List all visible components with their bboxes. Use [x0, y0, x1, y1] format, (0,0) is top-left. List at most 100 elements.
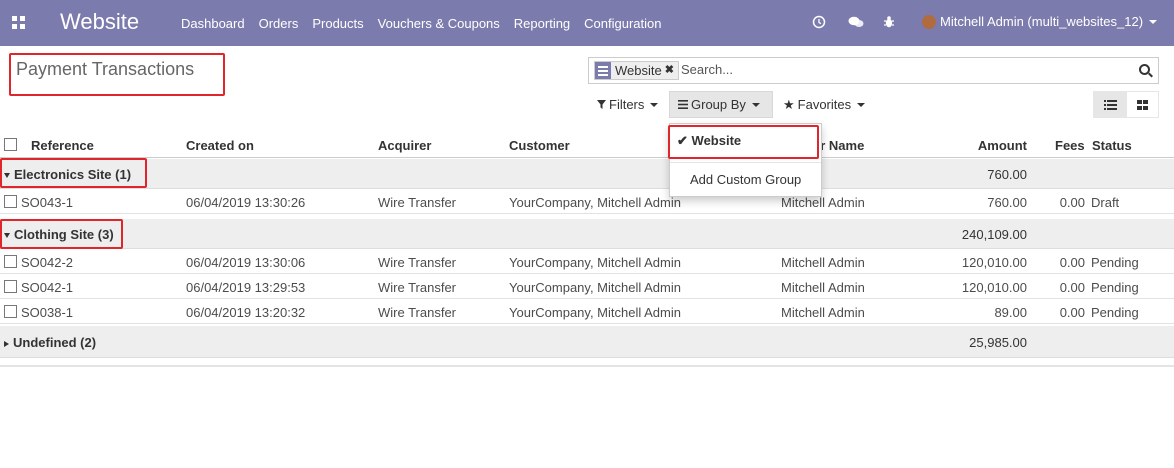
cell-reference: SO043-1: [21, 195, 74, 210]
caret-down-icon: [4, 173, 10, 179]
table-row[interactable]: SO043-1 06/04/2019 13:30:26 Wire Transfe…: [0, 190, 1174, 214]
menu-item-dashboard[interactable]: Dashboard: [181, 16, 245, 31]
column-header-status[interactable]: Status: [1092, 138, 1132, 153]
column-header-created-on[interactable]: Created on: [186, 138, 254, 153]
cell-partner: Mitchell Admin: [781, 195, 865, 210]
search-bar[interactable]: Website ✖: [588, 57, 1159, 84]
search-icon[interactable]: [1139, 64, 1150, 75]
chat-icon[interactable]: [848, 15, 864, 29]
search-input[interactable]: [681, 62, 1121, 77]
cell-status: Pending: [1091, 305, 1139, 320]
group-row-clothing[interactable]: Clothing Site (3) 240,109.00: [0, 219, 1174, 249]
row-checkbox[interactable]: [4, 280, 17, 293]
cell-reference: SO042-1: [21, 280, 74, 295]
cell-partner: Mitchell Admin: [781, 305, 865, 320]
bug-icon[interactable]: [882, 15, 896, 29]
option-label: Website: [691, 133, 742, 148]
column-header-acquirer[interactable]: Acquirer: [378, 138, 431, 153]
group-total: 240,109.00: [961, 227, 1027, 242]
group-name: Clothing Site (3): [14, 227, 114, 242]
chevron-down-icon: [1149, 19, 1158, 24]
cell-customer: YourCompany, Mitchell Admin: [509, 255, 681, 270]
kanban-view-button[interactable]: [1126, 91, 1159, 118]
cell-partner: Mitchell Admin: [781, 280, 865, 295]
filters-label: Filters: [609, 97, 645, 112]
favorites-button[interactable]: ★ Favorites: [775, 91, 875, 118]
column-header-reference[interactable]: Reference: [31, 138, 94, 153]
list-view-button[interactable]: [1093, 91, 1126, 118]
table-row[interactable]: SO038-1 06/04/2019 13:20:32 Wire Transfe…: [0, 300, 1174, 324]
cell-fees: 0.00: [1059, 195, 1085, 210]
cell-created-on: 06/04/2019 13:30:26: [186, 195, 306, 210]
dropdown-divider: [670, 162, 821, 163]
top-navbar: Website Dashboard Orders Products Vouche…: [0, 0, 1174, 46]
close-icon[interactable]: ✖: [665, 62, 678, 79]
cell-created-on: 06/04/2019 13:30:06: [186, 255, 306, 270]
group-by-dropdown: ✔ Website Add Custom Group: [669, 123, 822, 197]
row-checkbox[interactable]: [4, 195, 17, 208]
apps-icon[interactable]: [12, 16, 26, 30]
filter-icon: [597, 97, 606, 112]
menu-item-configuration[interactable]: Configuration: [584, 16, 661, 31]
group-label: Undefined (2): [4, 335, 96, 350]
cell-amount: 120,010.00: [961, 280, 1027, 295]
filters-button[interactable]: Filters: [590, 91, 666, 118]
add-custom-group-option[interactable]: Add Custom Group: [670, 172, 821, 196]
user-name: Mitchell Admin (multi_websites_12): [940, 14, 1144, 29]
cell-status: Pending: [1091, 280, 1139, 295]
menu-item-reporting[interactable]: Reporting: [514, 16, 570, 31]
group-by-option-website[interactable]: ✔ Website: [670, 133, 821, 157]
column-header-fees[interactable]: Fees: [1055, 138, 1085, 153]
clock-icon[interactable]: [812, 15, 826, 29]
app-brand[interactable]: Website: [60, 9, 139, 35]
cell-fees: 0.00: [1059, 280, 1085, 295]
group-row-undefined[interactable]: Undefined (2) 25,985.00: [0, 326, 1174, 358]
cell-reference: SO038-1: [21, 305, 74, 320]
cell-amount: 760.00: [987, 195, 1027, 210]
cell-acquirer: Wire Transfer: [378, 280, 457, 295]
chevron-down-icon: [650, 102, 659, 107]
column-header-amount[interactable]: Amount: [957, 138, 1027, 153]
menu-item-vouchers[interactable]: Vouchers & Coupons: [378, 16, 500, 31]
cell-partner: Mitchell Admin: [781, 255, 865, 270]
group-label: Electronics Site (1): [4, 167, 131, 182]
favorites-label: Favorites: [797, 97, 852, 112]
group-total: 25,985.00: [969, 335, 1027, 350]
column-header-customer[interactable]: Customer: [509, 138, 570, 153]
list-bottom-divider: [0, 365, 1174, 367]
caret-right-icon: [4, 340, 9, 347]
table-row[interactable]: SO042-1 06/04/2019 13:29:53 Wire Transfe…: [0, 275, 1174, 299]
cell-customer: YourCompany, Mitchell Admin: [509, 305, 681, 320]
cell-amount: 120,010.00: [961, 255, 1027, 270]
check-icon: ✔: [677, 133, 688, 148]
group-by-button[interactable]: Group By: [669, 91, 773, 118]
facet-label: Website: [615, 63, 662, 78]
cell-acquirer: Wire Transfer: [378, 305, 457, 320]
row-checkbox[interactable]: [4, 305, 17, 318]
cell-fees: 0.00: [1059, 305, 1085, 320]
bars-icon: [678, 97, 688, 112]
cell-created-on: 06/04/2019 13:20:32: [186, 305, 306, 320]
menu-item-orders[interactable]: Orders: [259, 16, 299, 31]
menu-item-products[interactable]: Products: [312, 16, 363, 31]
star-icon: ★: [783, 96, 795, 112]
cell-status: Pending: [1091, 255, 1139, 270]
table-header: Reference Created on Acquirer Customer e…: [0, 131, 1174, 158]
table-row[interactable]: SO042-2 06/04/2019 13:30:06 Wire Transfe…: [0, 250, 1174, 274]
cell-customer: YourCompany, Mitchell Admin: [509, 195, 681, 210]
row-checkbox[interactable]: [4, 255, 17, 268]
cell-reference: SO042-2: [21, 255, 74, 270]
user-menu[interactable]: Mitchell Admin (multi_websites_12): [922, 14, 1158, 29]
page-title: Payment Transactions: [16, 59, 195, 79]
search-facet-website[interactable]: Website ✖: [594, 61, 679, 80]
group-list-icon: [595, 62, 611, 79]
cell-created-on: 06/04/2019 13:29:53: [186, 280, 306, 295]
avatar: [922, 14, 936, 29]
select-all-checkbox[interactable]: [4, 138, 17, 151]
caret-down-icon: [4, 233, 10, 239]
group-name: Undefined (2): [13, 335, 97, 350]
group-name: Electronics Site (1): [14, 167, 132, 182]
group-by-label: Group By: [691, 97, 746, 112]
chevron-down-icon: [751, 102, 760, 107]
group-row-electronics[interactable]: Electronics Site (1) 760.00: [0, 159, 1174, 189]
